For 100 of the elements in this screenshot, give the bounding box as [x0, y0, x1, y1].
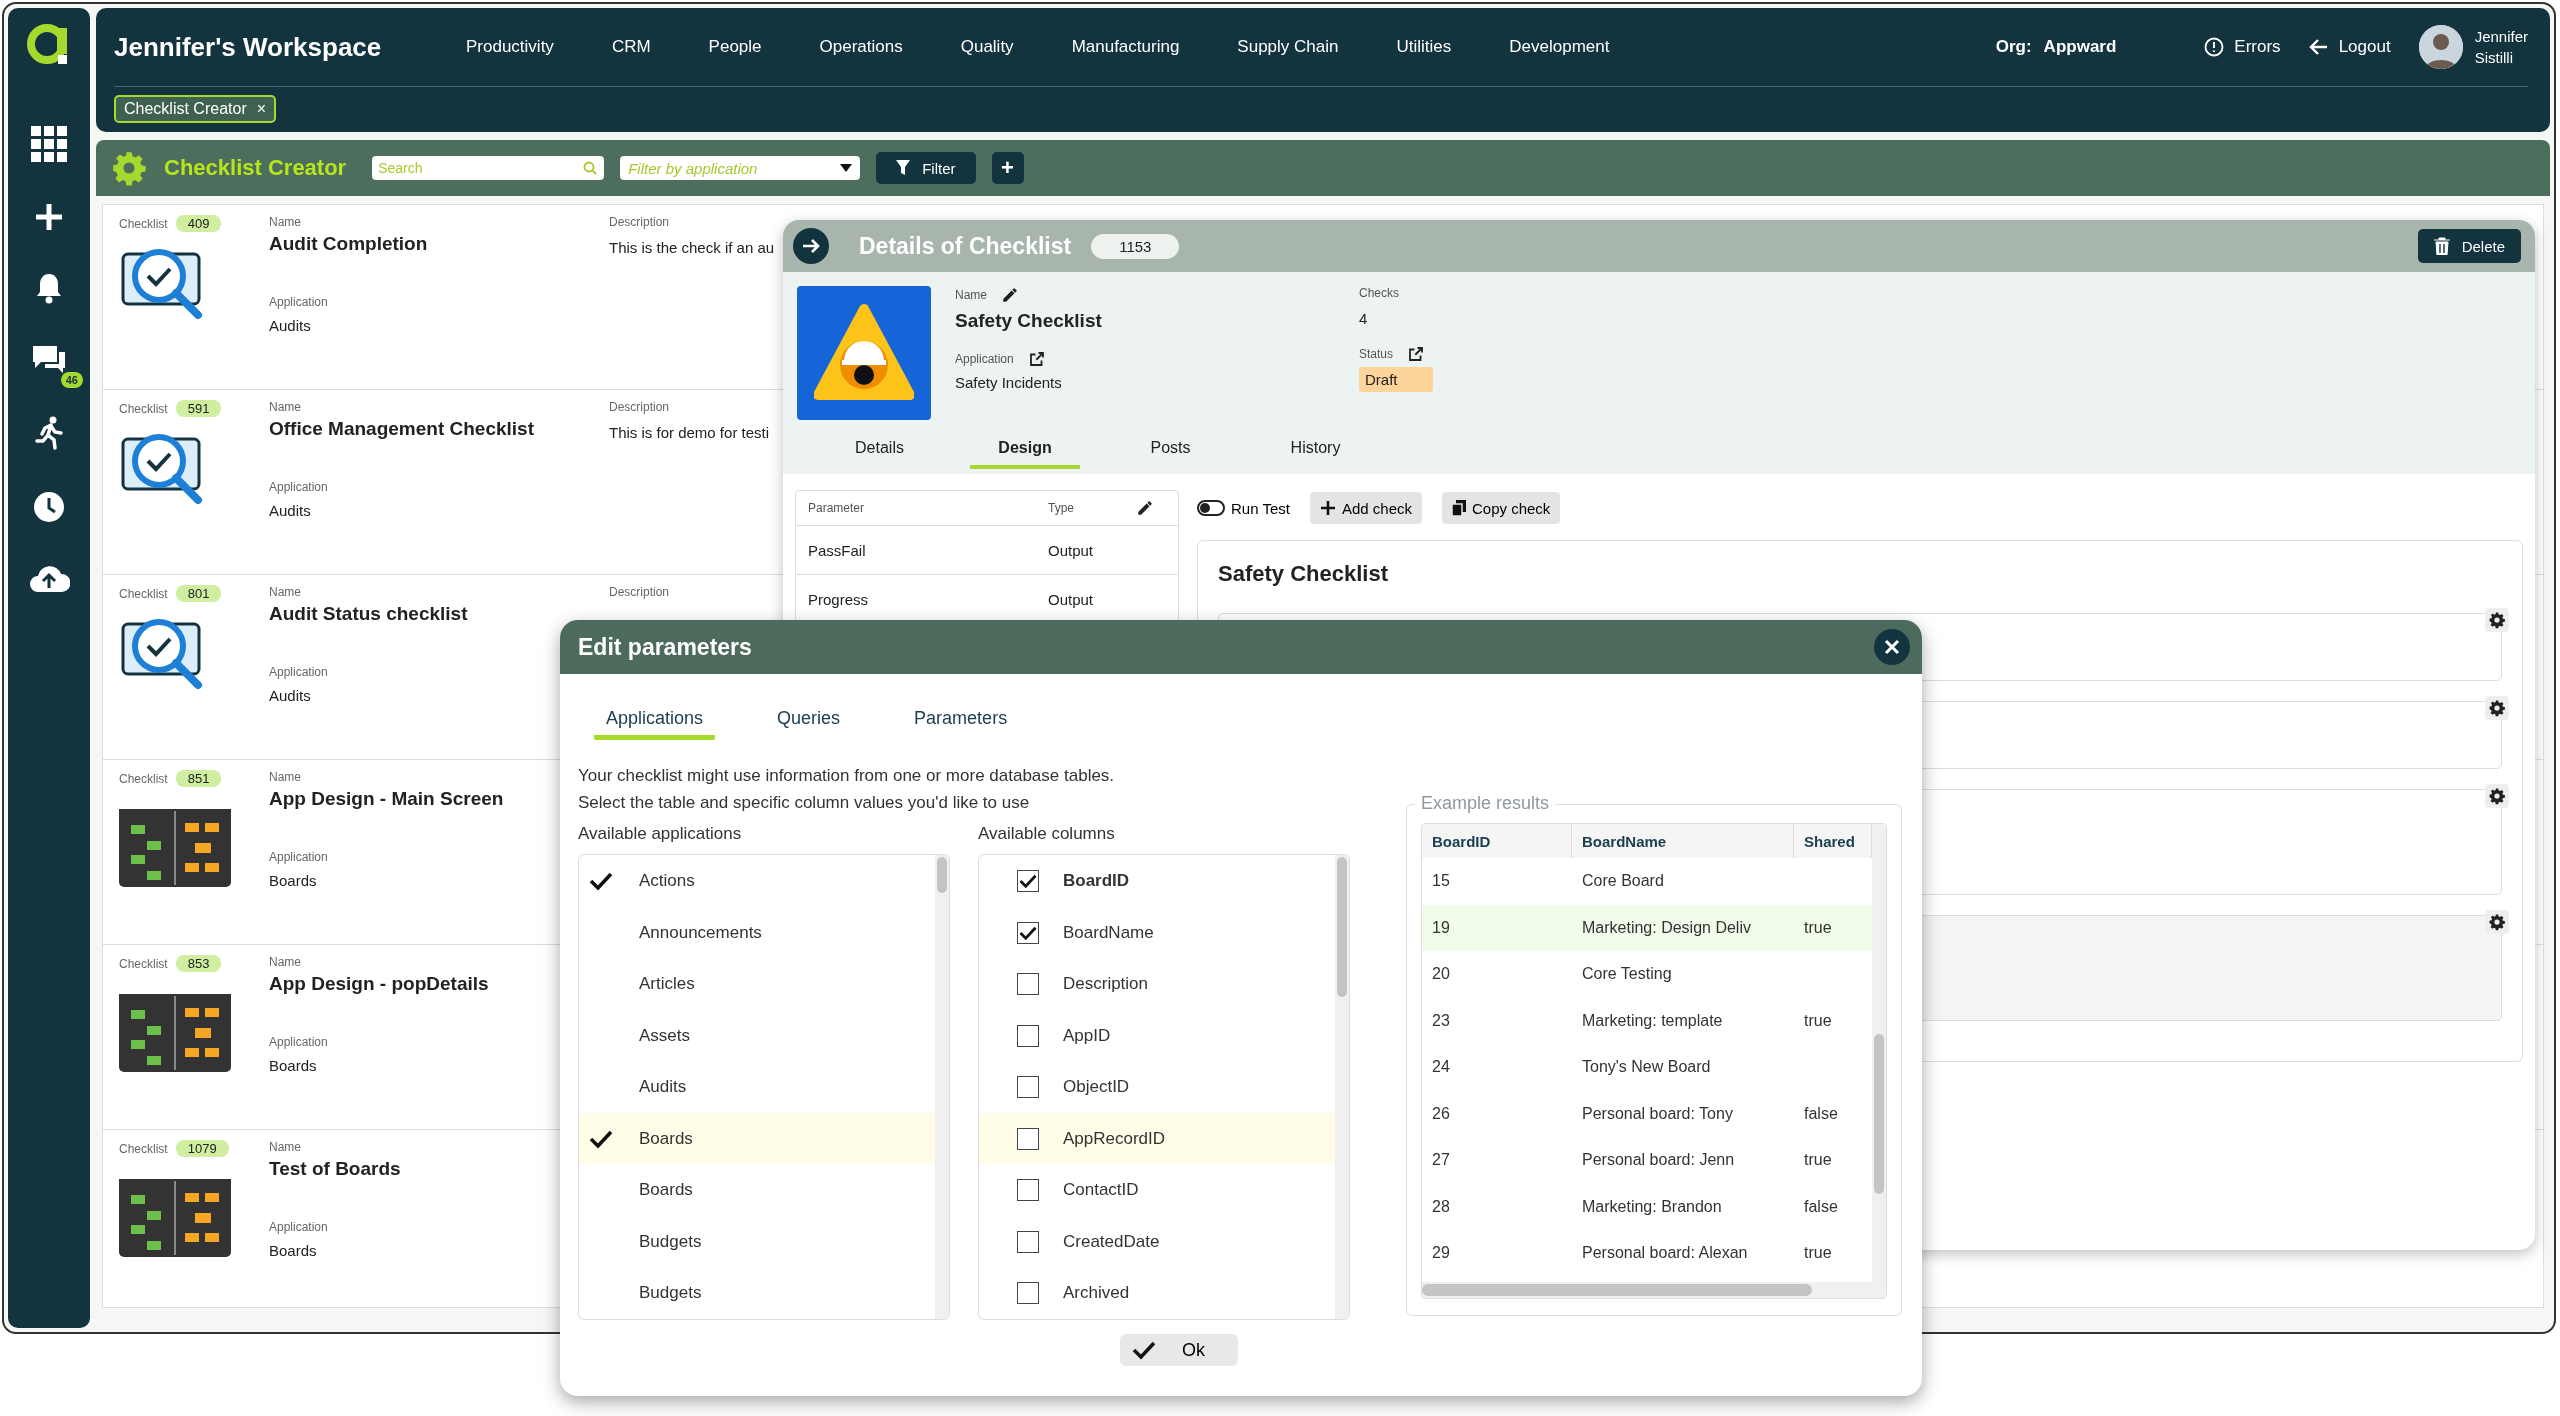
add-button[interactable]: + [991, 152, 1024, 184]
checklist-name[interactable]: App Design - popDetails [269, 973, 489, 995]
checkbox[interactable] [1017, 1179, 1039, 1202]
checkbox[interactable] [1017, 870, 1039, 893]
filter-button[interactable]: Filter [876, 152, 976, 184]
checkbox[interactable] [1017, 1127, 1039, 1150]
list-item[interactable]: Audits [579, 1061, 935, 1113]
logout-link[interactable]: Logout [2308, 37, 2391, 57]
user-avatar[interactable] [2418, 25, 2463, 69]
menu-item[interactable]: CRM [611, 37, 651, 57]
menu-item[interactable]: Supply Chain [1237, 37, 1339, 57]
scrollbar-thumb[interactable] [1337, 857, 1347, 998]
column-header[interactable]: BoardID [1422, 824, 1572, 858]
list-item[interactable]: ContactID [979, 1164, 1335, 1216]
column-option[interactable]: Description [1063, 974, 1149, 995]
list-item[interactable]: Boards [579, 1112, 935, 1165]
list-item[interactable]: Budgets [579, 1215, 935, 1268]
list-item[interactable]: BoardName [979, 906, 1335, 959]
menu-item[interactable]: Productivity [466, 37, 554, 57]
ok-button[interactable]: Ok [1120, 1334, 1238, 1367]
list-item[interactable]: ObjectID [979, 1061, 1335, 1113]
open-tab[interactable]: Checklist Creator × [114, 95, 277, 123]
menu-item[interactable]: Manufacturing [1071, 37, 1180, 57]
close-icon[interactable]: × [256, 100, 267, 118]
list-item[interactable]: Budgets [579, 1267, 935, 1319]
checklist-name[interactable]: Test of Boards [269, 1158, 401, 1180]
scrollbar-thumb[interactable] [1874, 1034, 1884, 1194]
checklist-name[interactable]: Audit Completion [269, 233, 428, 255]
checkbox[interactable] [1017, 973, 1039, 996]
tab[interactable]: Applications [594, 702, 716, 740]
table-row[interactable]: 29 Personal board: Alexan true [1422, 1230, 1872, 1277]
checkbox[interactable] [1017, 1024, 1039, 1047]
errors-link[interactable]: Errors [2204, 37, 2281, 57]
checkbox[interactable] [1017, 921, 1039, 944]
close-button[interactable] [1874, 629, 1910, 665]
tab[interactable]: Details [807, 431, 952, 469]
checkbox[interactable] [1017, 1282, 1039, 1305]
scrollbar-track[interactable] [935, 855, 949, 1320]
column-option[interactable]: ObjectID [1063, 1077, 1130, 1098]
list-item[interactable]: AppRecordID [979, 1112, 1335, 1165]
menu-item[interactable]: People [708, 37, 762, 57]
menu-item[interactable]: Utilities [1396, 37, 1452, 57]
scrollbar-thumb[interactable] [937, 857, 947, 894]
checklist-name[interactable]: App Design - Main Screen [269, 788, 504, 810]
cloud-upload-icon[interactable] [28, 564, 70, 594]
list-item[interactable]: Description [979, 958, 1335, 1010]
scrollbar-track[interactable] [1872, 824, 1886, 1282]
copy-check-button[interactable]: Copy check [1442, 492, 1561, 524]
list-item[interactable]: Boards [579, 1164, 935, 1216]
column-option[interactable]: BoardName [1063, 922, 1154, 943]
scrollbar-track[interactable] [1335, 855, 1349, 1320]
table-row[interactable]: 15 Core Board [1422, 858, 1872, 905]
tab[interactable]: Parameters [902, 702, 1020, 740]
tab[interactable]: History [1243, 431, 1388, 469]
checklist-name[interactable]: Office Management Checklist [269, 418, 535, 440]
pencil-icon[interactable] [1136, 499, 1154, 517]
scrollbar-thumb[interactable] [1422, 1284, 1812, 1296]
table-row[interactable]: 24 Tony's New Board [1422, 1044, 1872, 1091]
clock-icon[interactable] [32, 490, 66, 524]
column-header[interactable]: BoardName [1572, 824, 1794, 858]
running-person-icon[interactable] [34, 416, 64, 450]
list-item[interactable]: BoardID [979, 855, 1335, 907]
list-item[interactable]: Actions [579, 855, 935, 907]
arrow-right-icon[interactable] [793, 228, 829, 264]
run-test-toggle[interactable]: Run Test [1197, 499, 1290, 517]
search-field[interactable]: Search [372, 156, 605, 180]
checklist-name[interactable]: Audit Status checklist [269, 603, 468, 625]
list-item[interactable]: Announcements [579, 906, 935, 959]
tab[interactable]: Queries [765, 702, 853, 740]
table-row[interactable]: 20 Core Testing [1422, 951, 1872, 998]
checkbox[interactable] [1017, 1076, 1039, 1099]
list-item[interactable]: Assets [579, 1009, 935, 1062]
tab[interactable]: Design [970, 431, 1080, 469]
table-row[interactable]: 23 Marketing: template true [1422, 997, 1872, 1044]
scrollbar-track[interactable] [1422, 1282, 1886, 1298]
delete-button[interactable]: Delete [2417, 229, 2521, 263]
table-row[interactable]: 26 Personal board: Tony false [1422, 1090, 1872, 1137]
tab[interactable]: Posts [1098, 431, 1243, 469]
column-option[interactable]: CreatedDate [1063, 1231, 1160, 1252]
checkbox[interactable] [1017, 1230, 1039, 1253]
column-option[interactable]: ContactID [1063, 1180, 1139, 1201]
external-link-icon[interactable] [1407, 345, 1426, 363]
list-item[interactable]: CreatedDate [979, 1215, 1335, 1268]
pencil-icon[interactable] [1001, 286, 1019, 304]
column-option[interactable]: AppRecordID [1063, 1128, 1166, 1149]
list-item[interactable]: Archived [979, 1267, 1335, 1319]
table-row[interactable]: 19 Marketing: Design Deliv true [1422, 904, 1872, 951]
external-link-icon[interactable] [1027, 350, 1046, 368]
table-row[interactable]: 27 Personal board: Jenn true [1422, 1137, 1872, 1184]
menu-item[interactable]: Quality [960, 37, 1014, 57]
column-option[interactable]: AppID [1063, 1025, 1111, 1046]
column-option[interactable]: BoardID [1063, 871, 1130, 892]
column-option[interactable]: Archived [1063, 1283, 1130, 1304]
plus-icon[interactable] [34, 202, 64, 232]
list-item[interactable]: Articles [579, 958, 935, 1010]
apps-grid-icon[interactable] [31, 126, 67, 162]
menu-item[interactable]: Development [1509, 37, 1610, 57]
table-row[interactable]: 28 Marketing: Brandon false [1422, 1183, 1872, 1230]
add-check-button[interactable]: Add check [1309, 492, 1422, 524]
list-item[interactable]: AppID [979, 1009, 1335, 1062]
